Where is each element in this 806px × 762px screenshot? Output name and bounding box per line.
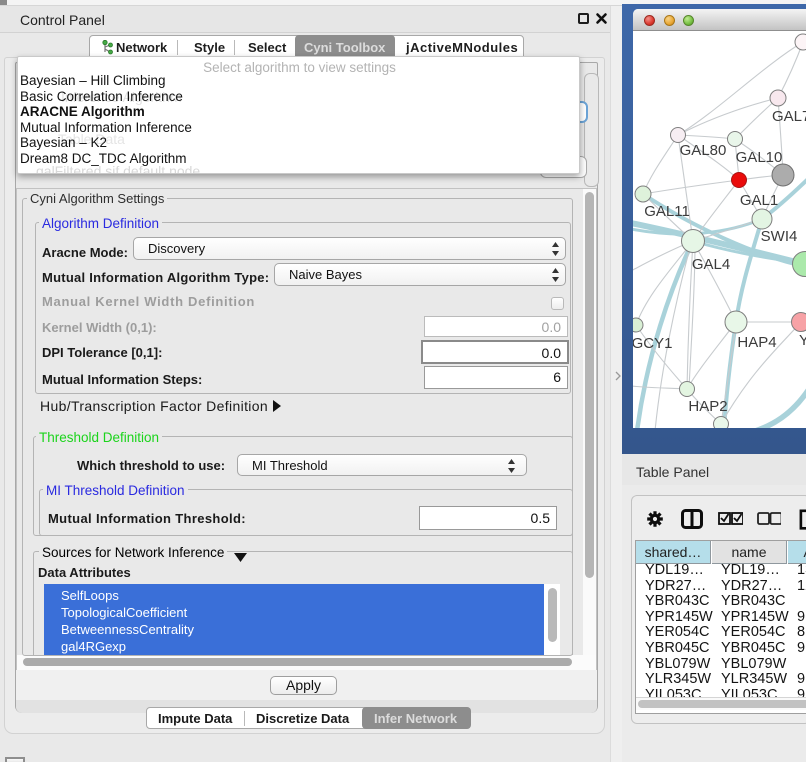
svg-text:GAL7: GAL7 — [772, 108, 806, 125]
svg-text:GAL80: GAL80 — [680, 142, 727, 159]
svg-text:SWI4: SWI4 — [761, 228, 798, 245]
svg-text:GAL11: GAL11 — [644, 203, 690, 220]
svg-text:Y: Y — [799, 332, 806, 349]
svg-text:GAL4: GAL4 — [692, 256, 730, 273]
svg-text:GAL10: GAL10 — [736, 149, 783, 166]
svg-text:HAP2: HAP2 — [688, 398, 727, 415]
svg-text:GCY1: GCY1 — [633, 335, 672, 352]
svg-text:GAL1: GAL1 — [740, 192, 778, 209]
svg-text:HAP4: HAP4 — [737, 334, 776, 351]
